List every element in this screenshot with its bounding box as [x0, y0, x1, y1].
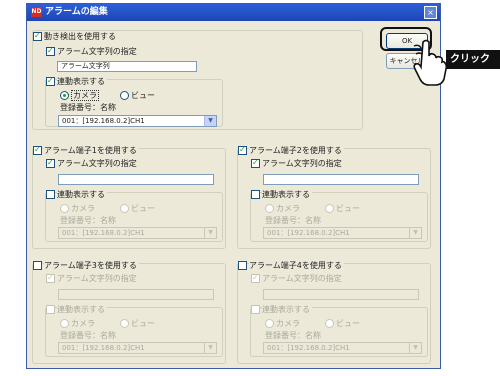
terminal4-camera-select[interactable]: 001：[192.168.0.2]CH1 ▼: [263, 342, 422, 354]
click-callout-label: クリック: [446, 50, 500, 69]
motion-enable-label: 動き検出を使用する: [44, 31, 118, 42]
terminal4-view-label: ビュー: [336, 319, 360, 328]
motion-enable-checkbox[interactable]: [33, 31, 42, 41]
terminal3-alarm-text-input[interactable]: [58, 289, 214, 300]
terminal3-linked-checkbox[interactable]: [46, 305, 55, 314]
terminal4-reg-label: 登録番号：名称: [265, 331, 321, 340]
terminal1-text-spec-checkbox[interactable]: [46, 158, 55, 168]
terminal4-camera-radio[interactable]: [265, 319, 274, 328]
terminal1-view-radio[interactable]: [120, 204, 129, 213]
terminal3-view-label: ビュー: [131, 319, 155, 328]
terminal4-view-radio[interactable]: [325, 319, 334, 328]
terminal2-camera-select[interactable]: 001：[192.168.0.2]CH1 ▼: [263, 227, 422, 239]
app-icon: ND: [31, 7, 42, 17]
motion-linked-checkbox[interactable]: [46, 76, 55, 86]
terminal2-linked-label: 連動表示する: [262, 189, 312, 200]
terminal3-linked-label: 連動表示する: [57, 304, 107, 315]
terminal3-text-spec-label: アラーム文字列の指定: [57, 274, 137, 283]
terminal1-select-value: 001：[192.168.0.2]CH1: [62, 229, 145, 237]
terminal1-enable-checkbox[interactable]: [33, 145, 42, 155]
terminal1-linked-label: 連動表示する: [57, 189, 107, 200]
terminal4-linked-checkbox[interactable]: [251, 305, 260, 314]
motion-view-radio[interactable]: [120, 91, 129, 100]
terminal2-enable-label: アラーム端子2を使用する: [249, 145, 344, 156]
alarm-edit-dialog: ND アラームの編集 × 動き検出を使用する アラーム文字列の指定 アラーム文字…: [26, 3, 441, 369]
terminal3-text-spec-checkbox[interactable]: [46, 273, 55, 283]
chevron-down-icon[interactable]: ▼: [204, 116, 216, 126]
terminal1-enable-label: アラーム端子1を使用する: [44, 145, 139, 156]
chevron-down-icon[interactable]: ▼: [204, 343, 216, 353]
terminal2-select-value: 001：[192.168.0.2]CH1: [267, 229, 350, 237]
terminal1-alarm-text-input[interactable]: [58, 174, 214, 185]
motion-camera-select[interactable]: 001：[192.168.0.2]CH1 ▼: [58, 115, 217, 127]
chevron-down-icon[interactable]: ▼: [409, 228, 421, 238]
terminal4-enable-label: アラーム端子4を使用する: [249, 260, 344, 271]
terminal4-linked-label: 連動表示する: [262, 304, 312, 315]
window-title: アラームの編集: [45, 7, 108, 17]
terminal4-camera-label: カメラ: [276, 319, 300, 328]
chevron-down-icon[interactable]: ▼: [204, 228, 216, 238]
terminal3-view-radio[interactable]: [120, 319, 129, 328]
close-icon[interactable]: ×: [424, 6, 437, 19]
motion-camera-label: カメラ: [71, 90, 99, 101]
motion-camera-radio[interactable]: [60, 91, 69, 100]
terminal1-text-spec-label: アラーム文字列の指定: [57, 159, 137, 168]
terminal1-camera-label: カメラ: [71, 204, 95, 213]
terminal2-camera-label: カメラ: [276, 204, 300, 213]
terminal2-linked-checkbox[interactable]: [251, 190, 260, 199]
terminal4-alarm-text-input[interactable]: [263, 289, 419, 300]
terminal1-camera-select[interactable]: 001：[192.168.0.2]CH1 ▼: [58, 227, 217, 239]
terminal2-text-spec-label: アラーム文字列の指定: [262, 159, 342, 168]
terminal2-enable-checkbox[interactable]: [238, 145, 247, 155]
terminal4-text-spec-checkbox[interactable]: [251, 273, 260, 283]
motion-reg-label: 登録番号：名称: [60, 103, 116, 112]
terminal2-reg-label: 登録番号：名称: [265, 216, 321, 225]
terminal3-enable-label: アラーム端子3を使用する: [44, 260, 139, 271]
terminal2-camera-radio[interactable]: [265, 204, 274, 213]
motion-text-spec-label: アラーム文字列の指定: [57, 47, 137, 56]
terminal4-select-value: 001：[192.168.0.2]CH1: [267, 344, 350, 352]
title-bar: ND アラームの編集 ×: [27, 4, 440, 21]
terminal3-camera-select[interactable]: 001：[192.168.0.2]CH1 ▼: [58, 342, 217, 354]
pointing-hand-icon: [413, 39, 447, 86]
terminal3-camera-radio[interactable]: [60, 319, 69, 328]
terminal1-reg-label: 登録番号：名称: [60, 216, 116, 225]
terminal1-camera-radio[interactable]: [60, 204, 69, 213]
terminal3-camera-label: カメラ: [71, 319, 95, 328]
terminal3-enable-checkbox[interactable]: [33, 261, 42, 270]
motion-alarm-text-input[interactable]: アラーム文字列: [57, 61, 197, 72]
terminal4-enable-checkbox[interactable]: [238, 261, 247, 270]
terminal2-view-label: ビュー: [336, 204, 360, 213]
terminal1-linked-checkbox[interactable]: [46, 190, 55, 199]
terminal1-view-label: ビュー: [131, 204, 155, 213]
chevron-down-icon[interactable]: ▼: [409, 343, 421, 353]
motion-select-value: 001：[192.168.0.2]CH1: [62, 117, 145, 125]
terminal4-text-spec-label: アラーム文字列の指定: [262, 274, 342, 283]
terminal2-view-radio[interactable]: [325, 204, 334, 213]
motion-text-spec-checkbox[interactable]: [46, 46, 55, 56]
terminal3-reg-label: 登録番号：名称: [60, 331, 116, 340]
terminal2-alarm-text-input[interactable]: [263, 174, 419, 185]
motion-linked-label: 連動表示する: [57, 76, 107, 87]
terminal2-text-spec-checkbox[interactable]: [251, 158, 260, 168]
motion-view-label: ビュー: [131, 91, 155, 100]
terminal3-select-value: 001：[192.168.0.2]CH1: [62, 344, 145, 352]
